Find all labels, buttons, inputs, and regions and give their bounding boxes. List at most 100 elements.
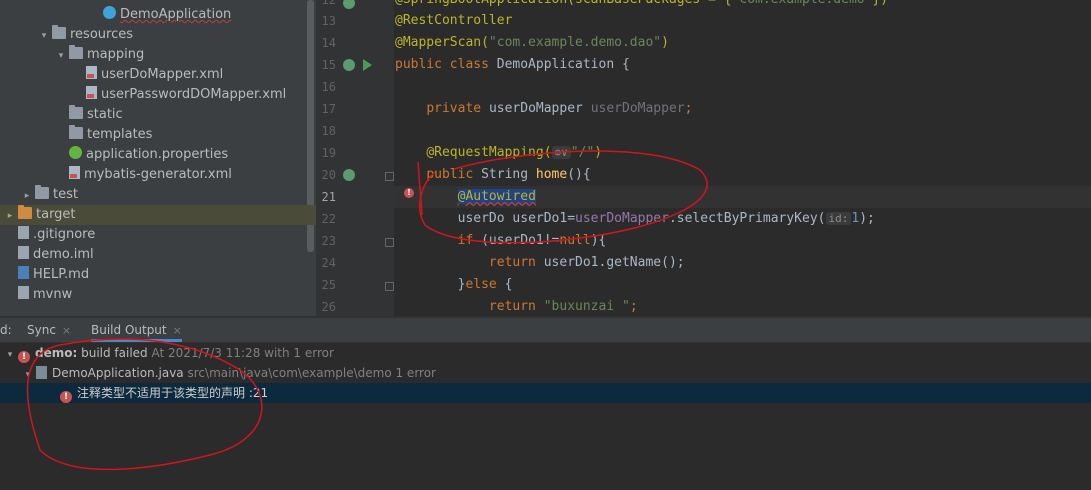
tree-item[interactable]: userPasswordDOMapper.xml [0,85,316,105]
gitignore-file-icon [18,226,29,239]
line-number: 22 [321,212,336,226]
close-icon[interactable]: × [173,324,182,337]
tree-item[interactable]: mybatis-generator.xml [0,165,316,185]
parameter-hint: id: [825,212,852,225]
line-number: 12 [321,0,336,7]
tree-item[interactable]: demo.iml [0,245,316,265]
line-number: 21 [321,190,336,204]
tree-item-label: demo.iml [33,247,94,262]
chevron-down-icon[interactable]: ▾ [4,345,16,365]
tree-item-label: DemoApplication [120,7,232,22]
folder-orange-icon [18,205,32,219]
tree-item[interactable]: .gitignore [0,225,316,245]
line-number: 17 [321,102,336,116]
code-line-13: @RestController [395,13,513,28]
spring-bean-icon[interactable] [343,59,355,71]
build-file-row[interactable]: ▾ DemoApplication.java src\main\java\com\… [0,363,1091,383]
code-line-20: public String home(){ [426,167,591,182]
code-line-15: public class DemoApplication { [395,57,630,72]
tree-item-label: mapping [87,47,145,62]
xml-file-icon [69,166,80,179]
tree-item[interactable]: ▸ target [0,205,316,225]
line-number: 14 [321,36,336,50]
code-line-22: userDo userDo1=userDoMapper.selectByPrim… [457,211,875,226]
build-result-row[interactable]: ▾! demo: build failed At 2021/7/3 11:28 w… [0,343,1091,363]
code-line-14: @MapperScan("com.example.demo.dao") [395,35,669,50]
chevron-down-icon[interactable]: ▾ [55,46,67,66]
folder-icon [35,185,49,199]
project-tree-panel: DemoApplication ▾ resources ▾ mapping userDoM… [0,0,316,316]
folder-icon [69,105,83,119]
tree-item-label: application.properties [86,147,229,162]
build-output-panel: ▾! demo: build failed At 2021/7/3 11:28 w… [0,343,1091,490]
spring-bean-icon[interactable] [343,169,355,181]
chevron-down-icon[interactable]: ▾ [38,26,50,46]
tree-item[interactable]: ▾ mapping [0,45,316,65]
tree-item-label: templates [87,127,153,142]
code-line-19: @RequestMapping(⊕∨ "/") [426,145,603,160]
tool-window-title: d: [0,323,12,337]
java-file-icon [36,366,47,379]
line-number: 26 [321,300,336,314]
close-icon[interactable]: × [62,324,71,337]
line-number: 20 [321,168,336,182]
line-number: 15 [321,58,336,72]
build-tool-window-tabbar: d: Sync × Build Output × [0,318,1091,343]
code-line-25: }else { [457,277,513,292]
tree-item[interactable]: ▸ test [0,185,316,205]
fold-marker-icon[interactable] [385,172,394,181]
tree-item-label: HELP.md [33,267,90,282]
code-line-21: @Autowired [395,186,536,208]
tree-item-label: target [36,207,76,222]
line-number: 25 [321,278,336,292]
tree-item-label: mvnw [33,287,73,302]
tree-item[interactable]: application.properties [0,145,316,165]
markdown-file-icon [18,266,29,279]
spring-class-icon [103,6,116,19]
tree-item[interactable]: ▾ resources [0,25,316,45]
inlay-hint[interactable]: ⊕∨ [551,146,571,159]
chevron-right-icon[interactable]: ▸ [4,206,16,226]
tab-build-output[interactable]: Build Output × [91,318,182,342]
line-number: 23 [321,234,336,248]
folder-icon [69,125,83,139]
xml-file-icon [86,66,97,79]
tree-item-label: .gitignore [33,227,96,242]
line-number: 24 [321,256,336,270]
line-number: 16 [321,80,336,94]
tree-item[interactable]: userDoMapper.xml [0,65,316,85]
autowired-annotation-error[interactable]: @Autowired [457,189,536,204]
tree-item-label: userPasswordDOMapper.xml [101,87,287,102]
tab-sync[interactable]: Sync × [27,318,71,342]
tree-item[interactable]: DemoApplication [0,5,316,25]
code-line-26: return "buxunzai "; [488,299,638,314]
iml-file-icon [18,246,29,259]
tree-item-label: resources [70,27,134,42]
error-icon: ! [18,351,30,363]
chevron-down-icon[interactable]: ▾ [22,365,34,385]
tree-item[interactable]: mvnw [0,285,316,305]
line-number: 19 [321,146,336,160]
tree-item-label: static [87,107,123,122]
tree-item-label: test [53,187,78,202]
code-line-17: private userDoMapper userDoMapper; [426,101,693,116]
folder-icon [69,45,83,59]
spring-properties-icon [69,146,82,159]
tree-item[interactable]: static [0,105,316,125]
chevron-right-icon[interactable]: ▸ [21,186,33,206]
xml-file-icon [86,86,97,99]
tree-item-label: userDoMapper.xml [101,67,224,82]
build-error-row[interactable]: ! 注释类型不适用于该类型的声明 :21 [0,383,1091,403]
code-line-23: if (userDo1!=null){ [457,233,607,248]
line-number: 13 [321,14,336,28]
folder-icon [52,25,66,39]
tree-item[interactable]: templates [0,125,316,145]
fold-marker-icon[interactable] [385,282,394,291]
tree-item-label: mybatis-generator.xml [84,167,232,182]
fold-marker-icon[interactable] [385,238,394,247]
tree-item[interactable]: HELP.md [0,265,316,285]
error-icon: ! [60,391,72,403]
mvnw-file-icon [18,286,29,299]
line-number: 18 [321,124,336,138]
run-icon[interactable] [363,59,372,71]
